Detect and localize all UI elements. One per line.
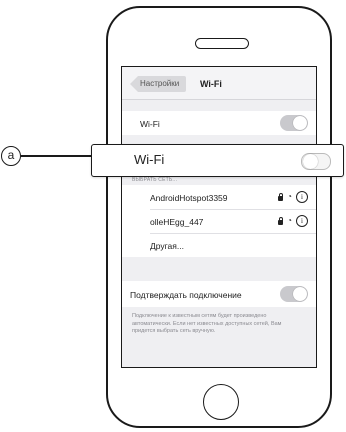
row-divider — [150, 233, 316, 234]
navigation-bar: Настройки Wi-Fi — [122, 67, 316, 100]
wifi-cell-label: Wi-Fi — [140, 119, 160, 129]
wifi-signal-icon: ◔ — [287, 192, 292, 201]
phone-speaker — [195, 38, 249, 49]
row-divider — [150, 209, 316, 210]
ask-to-join-toggle[interactable] — [280, 286, 308, 302]
callout-wifi-toggle-knob — [303, 154, 318, 169]
phone-outline: Настройки Wi-Fi Wi-Fi ВЫБРАТЬ СЕТЬ... An… — [106, 6, 332, 428]
callout-leader-line — [21, 155, 92, 157]
callout-marker: a — [1, 146, 21, 166]
ask-to-join-cell: Подтверждать подключение — [122, 281, 316, 307]
networks-list: AndroidHotspot3359 ◔ i olleHEgg_447 ◔ i … — [122, 185, 316, 257]
network-name: olleHEgg_447 — [150, 217, 204, 227]
ask-to-join-note: Подключение к известным сетям будет прои… — [132, 313, 282, 334]
info-icon[interactable]: i — [296, 215, 308, 227]
callout-wifi-toggle[interactable] — [301, 153, 331, 170]
page-title: Wi-Fi — [200, 79, 222, 89]
network-row[interactable]: AndroidHotspot3359 ◔ i — [122, 187, 316, 209]
network-name: Другая... — [150, 241, 184, 251]
callout-label: Wi-Fi — [134, 152, 165, 167]
ask-to-join-label: Подтверждать подключение — [130, 290, 242, 300]
network-row[interactable]: olleHEgg_447 ◔ i — [122, 211, 316, 233]
wifi-cell: Wi-Fi — [122, 111, 316, 135]
wifi-toggle[interactable] — [280, 115, 308, 131]
back-button[interactable]: Настройки — [130, 76, 187, 92]
lock-icon — [278, 192, 284, 201]
home-button[interactable] — [203, 384, 239, 420]
wifi-toggle-knob — [293, 116, 307, 130]
other-network-row[interactable]: Другая... — [122, 235, 316, 257]
info-icon[interactable]: i — [296, 191, 308, 203]
wifi-callout-zoom: Wi-Fi — [91, 144, 344, 177]
ask-to-join-toggle-knob — [293, 287, 307, 301]
lock-icon — [278, 216, 284, 225]
networks-section-header: ВЫБРАТЬ СЕТЬ... — [132, 177, 178, 183]
phone-screen: Настройки Wi-Fi Wi-Fi ВЫБРАТЬ СЕТЬ... An… — [121, 66, 317, 368]
wifi-signal-icon: ◔ — [287, 216, 292, 225]
network-name: AndroidHotspot3359 — [150, 193, 228, 203]
